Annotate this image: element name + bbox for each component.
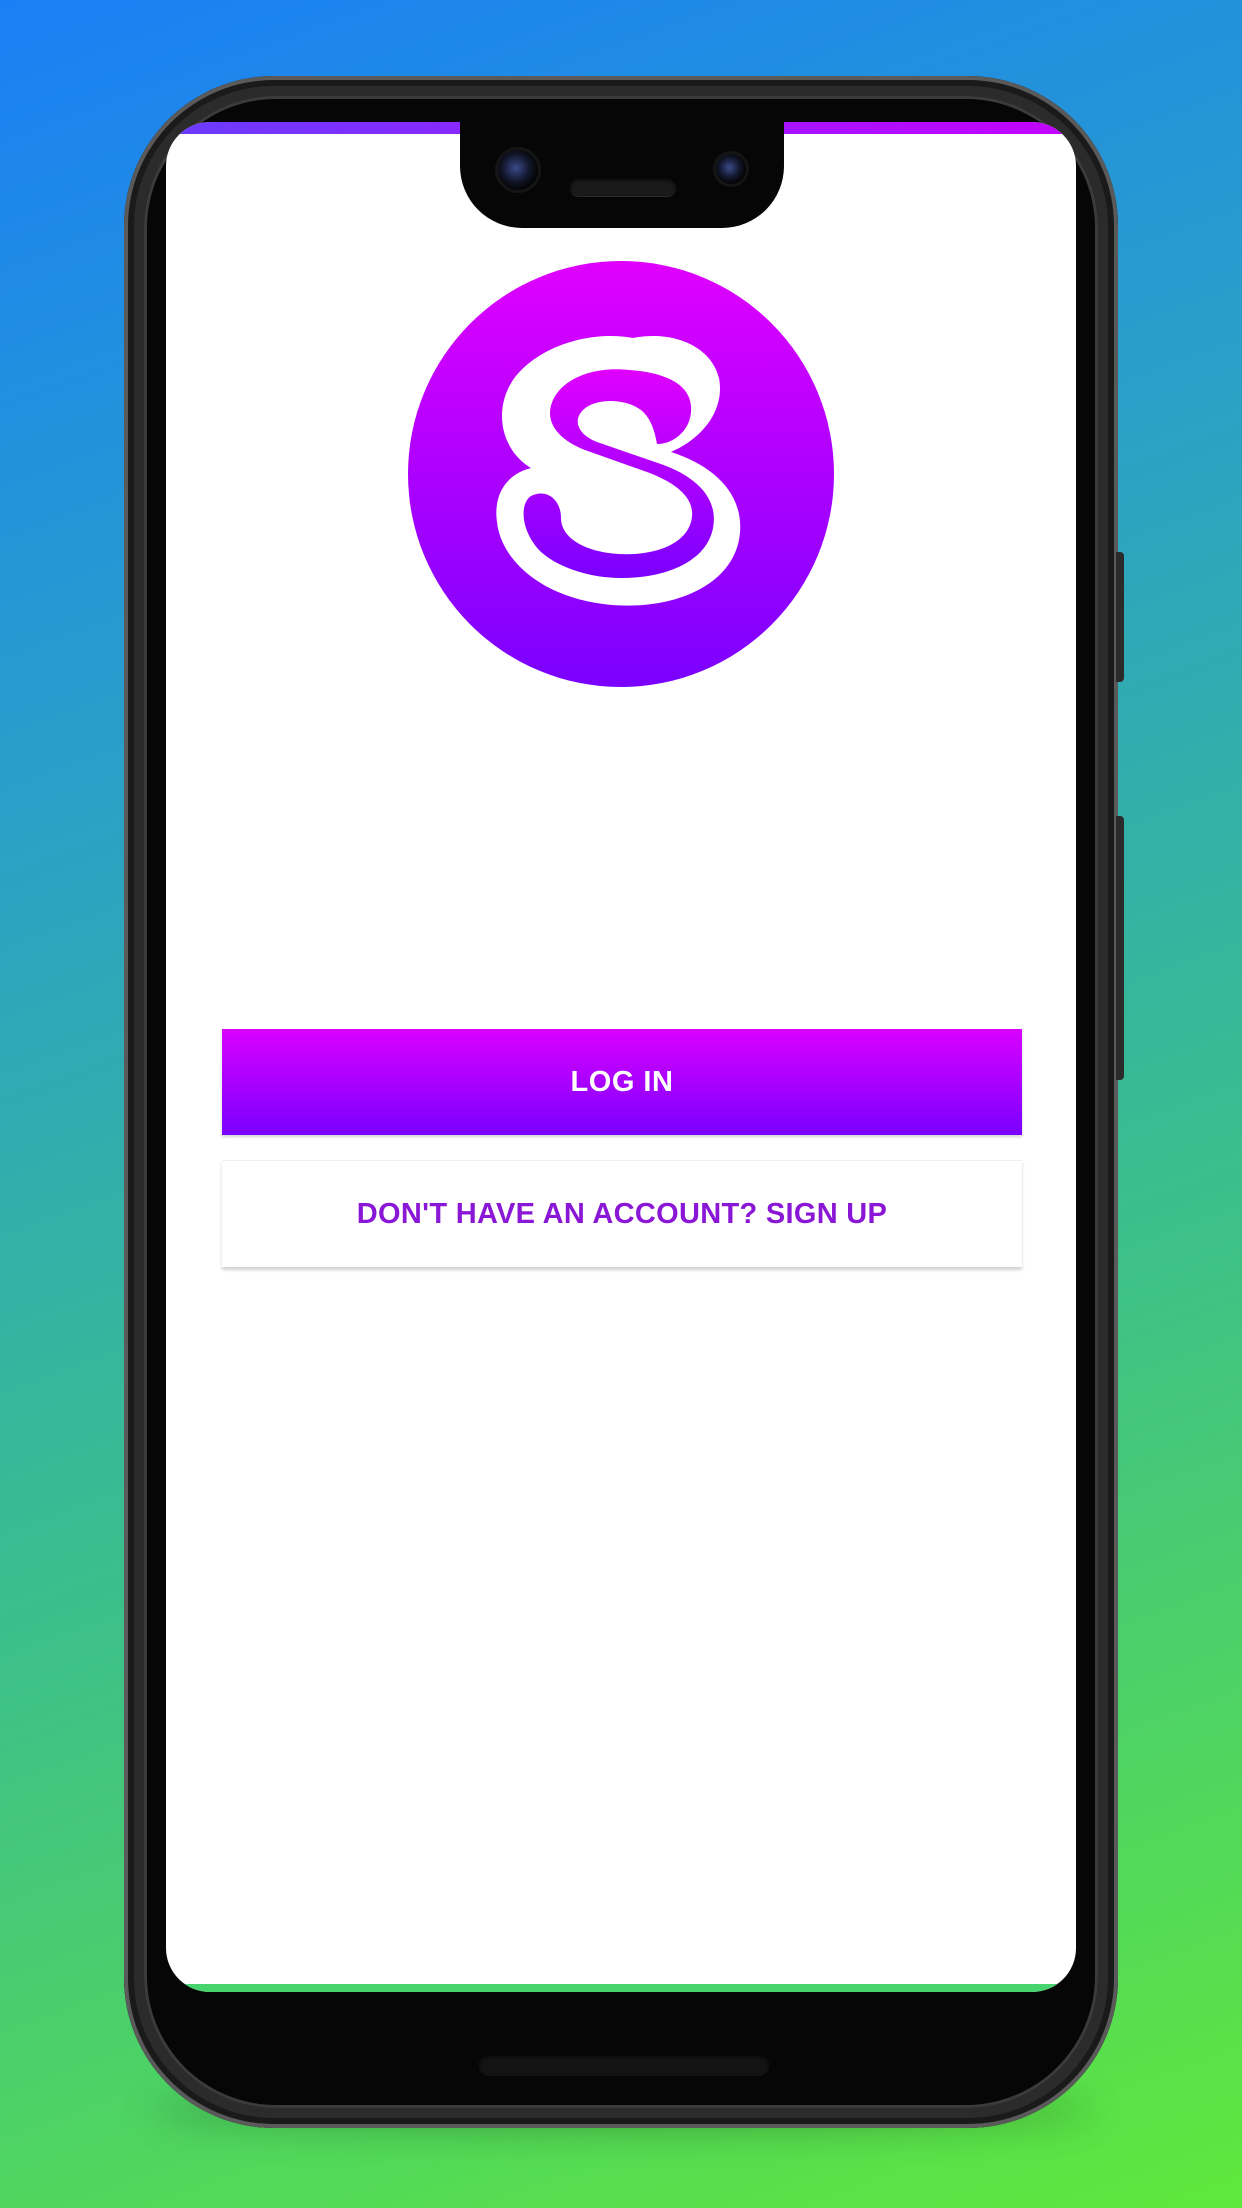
login-button-label: LOG IN — [570, 1065, 674, 1098]
front-camera-icon — [498, 150, 538, 190]
front-sensor-icon — [716, 154, 746, 184]
volume-button — [1116, 816, 1124, 1080]
app-screen: LOG IN DON'T HAVE AN ACCOUNT? SIGN UP — [166, 122, 1076, 1992]
signup-link-button[interactable]: DON'T HAVE AN ACCOUNT? SIGN UP — [222, 1160, 1022, 1267]
s-logo-icon — [408, 261, 834, 687]
screen-bottom-accent — [166, 1984, 1076, 1992]
power-button — [1116, 552, 1124, 682]
bottom-speaker-grille — [478, 2054, 770, 2076]
camera-notch — [460, 110, 784, 228]
signup-link-label: DON'T HAVE AN ACCOUNT? SIGN UP — [356, 1197, 888, 1230]
login-button[interactable]: LOG IN — [222, 1029, 1022, 1135]
earpiece-speaker — [570, 178, 676, 196]
